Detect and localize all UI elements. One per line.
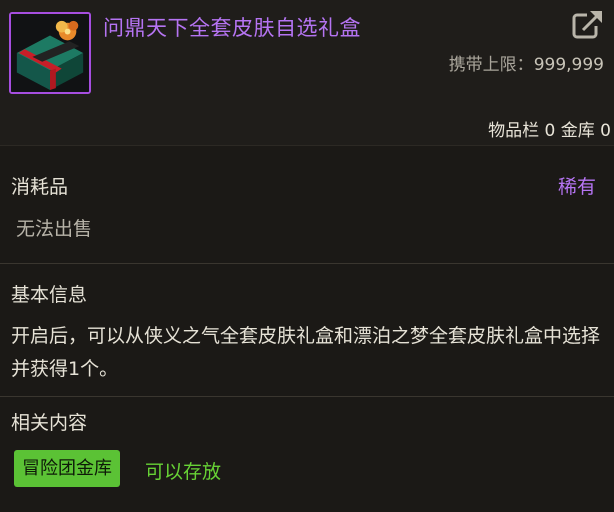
adventure-bank-badge: 冒险团金库 xyxy=(14,450,120,487)
basic-info-description: 开启后，可以从侠义之气全套皮肤礼盒和漂泊之梦全套皮肤礼盒中选择并获得1个。 xyxy=(11,325,601,380)
type-section: 消耗品 稀有 无法出售 xyxy=(0,146,614,264)
rarity-label: 稀有 xyxy=(557,176,596,198)
carry-limit-label: 携带上限： xyxy=(448,55,534,75)
share-icon[interactable] xyxy=(572,9,604,39)
basic-info-title: 基本信息 xyxy=(11,284,88,306)
sell-status: 无法出售 xyxy=(16,218,93,240)
tooltip-header: 问鼎天下全套皮肤自选礼盒 携带上限：999,999 物品栏 0 金库 0 xyxy=(0,0,614,146)
item-title: 问鼎天下全套皮肤自选礼盒 xyxy=(103,16,361,40)
carry-limit-value: 999,999 xyxy=(533,55,604,75)
storable-status: 可以存放 xyxy=(145,461,222,483)
carry-limit: 携带上限：999,999 xyxy=(449,50,604,75)
gift-box-icon xyxy=(9,12,91,94)
item-type-label: 消耗品 xyxy=(11,176,69,198)
basic-info-section: 基本信息 开启后，可以从侠义之气全套皮肤礼盒和漂泊之梦全套皮肤礼盒中选择并获得1… xyxy=(0,264,614,397)
related-title: 相关内容 xyxy=(11,412,88,434)
related-section: 相关内容 冒险团金库 可以存放 xyxy=(0,397,614,512)
storage-count: 物品栏 0 金库 0 xyxy=(488,121,611,141)
item-tooltip: 问鼎天下全套皮肤自选礼盒 携带上限：999,999 物品栏 0 金库 0 消耗品… xyxy=(0,0,614,512)
